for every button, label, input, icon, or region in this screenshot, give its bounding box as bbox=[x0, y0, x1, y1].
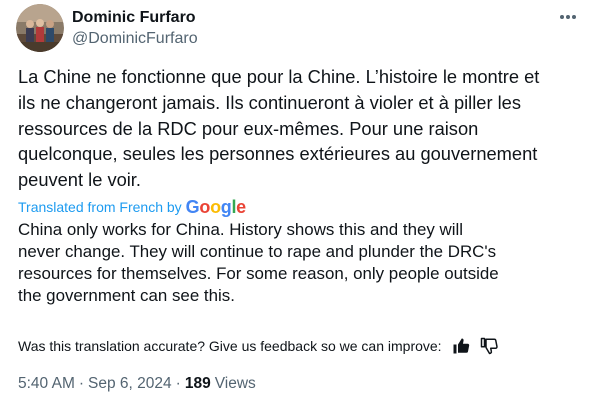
tweet-time[interactable]: 5:40 AM bbox=[18, 375, 75, 393]
views-count[interactable]: 189 bbox=[185, 375, 211, 393]
google-logo: Google bbox=[185, 197, 247, 217]
tweet-translated-text: China only works for China. History show… bbox=[18, 220, 499, 305]
tweet-card: Dominic Furfaro @DominicFurfaro La Chine… bbox=[0, 0, 598, 400]
thumbs-down-button[interactable] bbox=[478, 335, 500, 357]
tweet-meta: 5:40 AM · Sep 6, 2024 · 189 Views bbox=[18, 373, 256, 395]
translation-attribution[interactable]: Translated from French by Google bbox=[18, 196, 246, 218]
author-handle[interactable]: @DominicFurfaro bbox=[72, 29, 198, 49]
more-options-button[interactable] bbox=[554, 6, 582, 28]
more-options-icon bbox=[560, 15, 576, 19]
meta-separator-2: · bbox=[175, 375, 181, 392]
translated-from-label[interactable]: Translated from French by bbox=[18, 198, 182, 216]
author-name[interactable]: Dominic Furfaro bbox=[72, 8, 196, 28]
avatar[interactable] bbox=[16, 4, 64, 52]
tweet-date[interactable]: Sep 6, 2024 bbox=[88, 375, 172, 393]
feedback-question: Was this translation accurate? Give us f… bbox=[18, 338, 442, 354]
translation-feedback: Was this translation accurate? Give us f… bbox=[18, 335, 500, 357]
thumbs-down-icon bbox=[480, 337, 498, 355]
thumbs-up-button[interactable] bbox=[450, 335, 472, 357]
profile-photo-icon bbox=[16, 4, 64, 52]
meta-separator: · bbox=[78, 375, 85, 392]
thumbs-up-icon bbox=[453, 338, 469, 354]
views-label: Views bbox=[214, 375, 256, 392]
tweet-original-text: La Chine ne fonctionne que pour la Chine… bbox=[18, 66, 540, 191]
